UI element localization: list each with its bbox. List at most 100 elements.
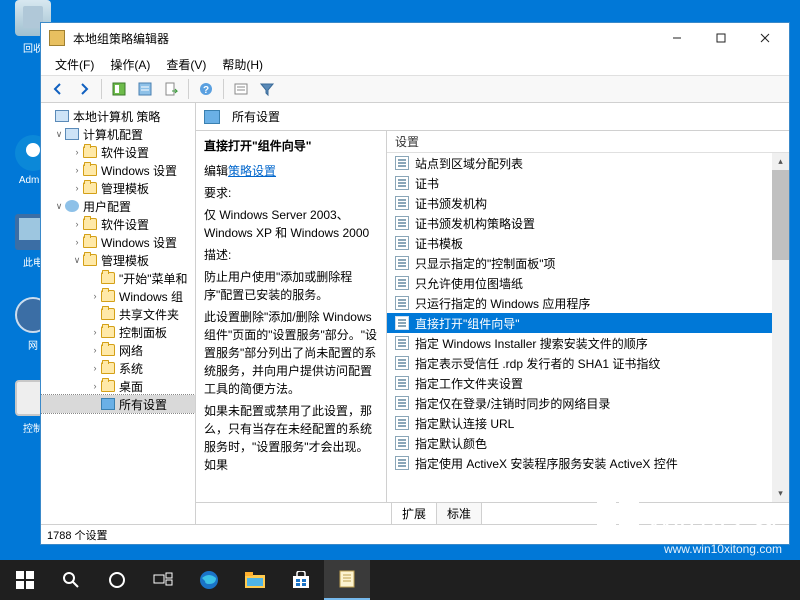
- start-button[interactable]: [2, 560, 48, 600]
- tree-shared-folders[interactable]: 共享文件夹: [41, 305, 195, 323]
- menu-file[interactable]: 文件(F): [47, 54, 102, 75]
- setting-label: 指定默认连接 URL: [415, 415, 514, 432]
- setting-row[interactable]: 指定表示受信任 .rdp 发行者的 SHA1 证书指纹: [387, 353, 789, 373]
- setting-label: 指定工作文件夹设置: [415, 375, 523, 392]
- setting-row[interactable]: 证书: [387, 173, 789, 193]
- folder-icon: [101, 272, 115, 284]
- pane-title: 所有设置: [232, 108, 280, 125]
- setting-icon: [395, 156, 409, 170]
- tree-user-config[interactable]: ∨用户配置: [41, 197, 195, 215]
- setting-icon: [395, 336, 409, 350]
- export-button[interactable]: [160, 78, 182, 100]
- setting-row[interactable]: 只运行指定的 Windows 应用程序: [387, 293, 789, 313]
- taskbar[interactable]: [0, 560, 800, 600]
- menu-view[interactable]: 查看(V): [158, 54, 214, 75]
- tree-desktop[interactable]: ›桌面: [41, 377, 195, 395]
- setting-row[interactable]: 指定工作文件夹设置: [387, 373, 789, 393]
- setting-title: 直接打开"组件向导": [204, 137, 378, 154]
- app-icon: [49, 30, 65, 46]
- tree-user-templates[interactable]: ∨管理模板: [41, 251, 195, 269]
- setting-row[interactable]: 证书颁发机构策略设置: [387, 213, 789, 233]
- setting-label: 指定默认颜色: [415, 435, 487, 452]
- setting-icon: [395, 296, 409, 310]
- setting-label: 证书模板: [415, 235, 463, 252]
- tree-pane[interactable]: 本地计算机 策略 ∨计算机配置 ›软件设置 ›Windows 设置 ›管理模板 …: [41, 103, 196, 524]
- tree-all-settings[interactable]: 所有设置: [41, 395, 195, 413]
- tree-user-windows[interactable]: ›Windows 设置: [41, 233, 195, 251]
- maximize-button[interactable]: [699, 24, 743, 52]
- folder-icon: [101, 290, 115, 302]
- setting-icon: [395, 216, 409, 230]
- cortana-button[interactable]: [94, 560, 140, 600]
- search-button[interactable]: [48, 560, 94, 600]
- edge-button[interactable]: [186, 560, 232, 600]
- tree-system[interactable]: ›系统: [41, 359, 195, 377]
- setting-icon: [395, 376, 409, 390]
- setting-icon: [395, 436, 409, 450]
- show-hide-tree-button[interactable]: [108, 78, 130, 100]
- setting-row[interactable]: 指定使用 ActiveX 安装程序服务安装 ActiveX 控件: [387, 453, 789, 473]
- setting-icon: [395, 256, 409, 270]
- scroll-up-button[interactable]: ▴: [772, 153, 789, 170]
- folder-icon: [83, 146, 97, 158]
- tree-comp-windows[interactable]: ›Windows 设置: [41, 161, 195, 179]
- tree-comp-templates[interactable]: ›管理模板: [41, 179, 195, 197]
- setting-row[interactable]: 指定 Windows Installer 搜索安装文件的顺序: [387, 333, 789, 353]
- watermark: Win10之家 www.win10xitong.com: [597, 498, 782, 556]
- setting-label: 证书: [415, 175, 439, 192]
- setting-row[interactable]: 证书模板: [387, 233, 789, 253]
- scrollbar[interactable]: ▴ ▾: [772, 153, 789, 502]
- folder-icon: [83, 254, 97, 266]
- setting-row[interactable]: 站点到区域分配列表: [387, 153, 789, 173]
- menu-help[interactable]: 帮助(H): [214, 54, 271, 75]
- forward-button[interactable]: [73, 78, 95, 100]
- filter-options-button[interactable]: [230, 78, 252, 100]
- tree-network[interactable]: ›网络: [41, 341, 195, 359]
- tab-standard[interactable]: 标准: [436, 502, 482, 524]
- task-view-button[interactable]: [140, 560, 186, 600]
- setting-icon: [395, 196, 409, 210]
- gpedit-window: 本地组策略编辑器 文件(F) 操作(A) 查看(V) 帮助(H) ? 本地计算机…: [40, 22, 790, 545]
- back-button[interactable]: [47, 78, 69, 100]
- tree-start-menu[interactable]: "开始"菜单和: [41, 269, 195, 287]
- setting-label: 证书颁发机构: [415, 195, 487, 212]
- setting-row[interactable]: 直接打开"组件向导": [387, 313, 789, 333]
- help-button[interactable]: ?: [195, 78, 217, 100]
- tree-control-panel[interactable]: ›控制面板: [41, 323, 195, 341]
- edit-policy-link[interactable]: 策略设置: [228, 164, 276, 178]
- setting-label: 直接打开"组件向导": [415, 315, 520, 332]
- setting-row[interactable]: 指定仅在登录/注销时同步的网络目录: [387, 393, 789, 413]
- setting-row[interactable]: 指定默认连接 URL: [387, 413, 789, 433]
- store-button[interactable]: [278, 560, 324, 600]
- setting-row[interactable]: 只显示指定的"控制面板"项: [387, 253, 789, 273]
- tree-computer-config[interactable]: ∨计算机配置: [41, 125, 195, 143]
- user-icon: [65, 200, 79, 212]
- right-pane: 所有设置 直接打开"组件向导" 编辑策略设置 要求: 仅 Windows Ser…: [196, 103, 789, 524]
- close-button[interactable]: [743, 24, 787, 52]
- titlebar[interactable]: 本地组策略编辑器: [41, 23, 789, 53]
- scroll-thumb[interactable]: [772, 170, 789, 260]
- windows-logo-icon: [597, 498, 639, 540]
- setting-icon: [395, 176, 409, 190]
- filter-button[interactable]: [256, 78, 278, 100]
- gpedit-taskbar-button[interactable]: [324, 560, 370, 600]
- setting-row[interactable]: 指定默认颜色: [387, 433, 789, 453]
- window-title: 本地组策略编辑器: [73, 30, 655, 47]
- tree-win-components[interactable]: ›Windows 组: [41, 287, 195, 305]
- folder-icon: [83, 182, 97, 194]
- column-header-setting[interactable]: 设置: [387, 131, 789, 153]
- explorer-button[interactable]: [232, 560, 278, 600]
- tab-extended[interactable]: 扩展: [391, 502, 437, 524]
- setting-row[interactable]: 证书颁发机构: [387, 193, 789, 213]
- properties-button[interactable]: [134, 78, 156, 100]
- settings-list[interactable]: ▴ ▾ 站点到区域分配列表证书证书颁发机构证书颁发机构策略设置证书模板只显示指定…: [387, 153, 789, 502]
- tree-user-software[interactable]: ›软件设置: [41, 215, 195, 233]
- minimize-button[interactable]: [655, 24, 699, 52]
- menu-action[interactable]: 操作(A): [102, 54, 158, 75]
- tree-comp-software[interactable]: ›软件设置: [41, 143, 195, 161]
- setting-row[interactable]: 只允许使用位图墙纸: [387, 273, 789, 293]
- setting-label: 指定仅在登录/注销时同步的网络目录: [415, 395, 610, 412]
- tree-root[interactable]: 本地计算机 策略: [41, 107, 195, 125]
- setting-label: 指定表示受信任 .rdp 发行者的 SHA1 证书指纹: [415, 355, 660, 372]
- toolbar: ?: [41, 75, 789, 103]
